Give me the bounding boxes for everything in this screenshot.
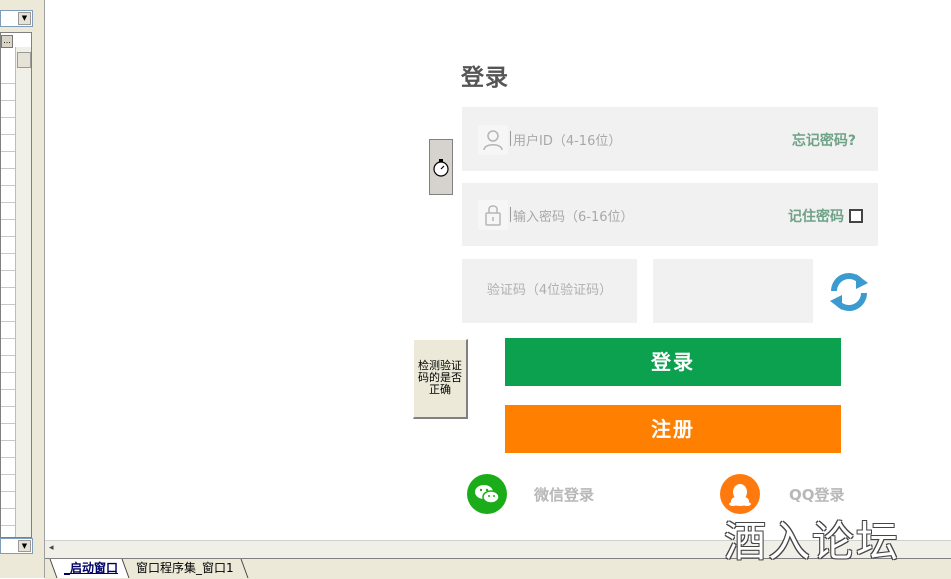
list-row[interactable] [1, 83, 15, 84]
wechat-login-label[interactable]: 微信登录 [534, 484, 594, 505]
list-row[interactable] [1, 168, 15, 169]
list-row[interactable] [1, 525, 15, 526]
list-row[interactable] [1, 406, 15, 407]
list-row[interactable] [1, 338, 15, 339]
text-caret [510, 207, 511, 222]
stopwatch-icon [433, 159, 449, 177]
list-row[interactable] [1, 491, 15, 492]
bottom-dropdown[interactable]: ▼ [0, 538, 33, 554]
form-title: 登录 [461, 65, 509, 91]
list-row[interactable] [1, 253, 15, 254]
lock-icon [478, 200, 508, 230]
list-row[interactable] [1, 117, 15, 118]
list-row[interactable] [1, 236, 15, 237]
tab-startup-window[interactable]: _启动窗口 [49, 559, 133, 578]
property-panel: ▼ ... ▼ [0, 0, 45, 578]
list-row[interactable] [1, 185, 15, 186]
wechat-icon[interactable] [467, 474, 507, 514]
list-row[interactable] [1, 423, 15, 424]
list-row[interactable] [1, 321, 15, 322]
captcha-input[interactable]: 验证码（4位验证码） [462, 259, 637, 323]
username-field[interactable]: 用户ID（4-16位） 忘记密码? [462, 107, 878, 171]
chevron-down-icon[interactable]: ▼ [18, 540, 31, 552]
password-field[interactable]: 输入密码（6-16位） 记住密码 [462, 183, 878, 246]
list-row[interactable] [1, 457, 15, 458]
qq-login-label[interactable]: QQ登录 [789, 484, 845, 505]
list-row[interactable] [1, 389, 15, 390]
refresh-icon[interactable] [826, 269, 872, 315]
password-input[interactable]: 输入密码（6-16位） [513, 206, 634, 225]
ellipsis-button[interactable]: ... [1, 35, 13, 48]
list-row[interactable] [1, 270, 15, 271]
list-row[interactable] [1, 287, 15, 288]
list-row[interactable] [1, 134, 15, 135]
stopwatch-button[interactable] [429, 139, 453, 195]
remember-password-label[interactable]: 记住密码 [788, 206, 844, 226]
watermark: 酒入论坛 [724, 517, 901, 566]
list-row[interactable] [1, 508, 15, 509]
list-row[interactable] [1, 440, 15, 441]
list-row[interactable] [1, 151, 15, 152]
user-icon [478, 125, 508, 155]
check-captcha-button[interactable]: 检测验证码的是否正确 [413, 339, 468, 419]
tab-window-assembly[interactable]: 窗口程序集_窗口1 [121, 559, 249, 578]
object-selector-dropdown[interactable]: ▼ [0, 10, 33, 27]
list-row[interactable] [1, 304, 15, 305]
list-row[interactable] [1, 219, 15, 220]
scrollbar-thumb[interactable] [17, 52, 31, 68]
vertical-scrollbar[interactable] [15, 47, 31, 537]
chevron-left-icon[interactable]: ◂ [49, 543, 54, 553]
login-button[interactable]: 登录 [505, 338, 841, 386]
property-list[interactable]: ... [0, 32, 32, 538]
register-button[interactable]: 注册 [505, 405, 841, 453]
remember-password-checkbox[interactable] [849, 209, 863, 223]
chevron-down-icon[interactable]: ▼ [18, 12, 31, 25]
list-row[interactable] [1, 202, 15, 203]
list-row[interactable] [1, 100, 15, 101]
captcha-image[interactable] [653, 259, 813, 323]
list-row[interactable] [1, 474, 15, 475]
username-input[interactable]: 用户ID（4-16位） [513, 130, 621, 149]
text-caret [510, 131, 511, 146]
list-row[interactable] [1, 355, 15, 356]
forgot-password-link[interactable]: 忘记密码? [792, 130, 856, 150]
list-row[interactable] [1, 372, 15, 373]
